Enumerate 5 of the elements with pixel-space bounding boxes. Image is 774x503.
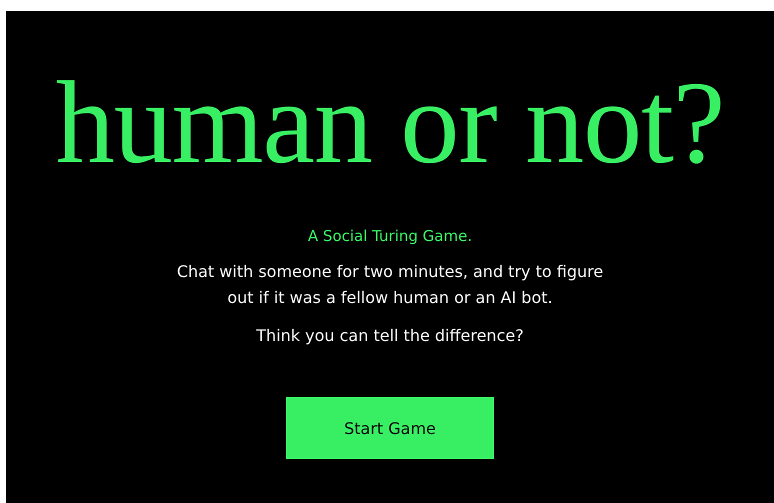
start-game-button[interactable]: Start Game [286,397,494,459]
question-text: Think you can tell the difference? [256,325,524,347]
page-title: human or not? [56,63,724,183]
description-text: Chat with someone for two minutes, and try to figure out if it was a fellow human or an AI bot. [176,261,604,309]
tagline: A Social Turing Game. [308,227,472,245]
